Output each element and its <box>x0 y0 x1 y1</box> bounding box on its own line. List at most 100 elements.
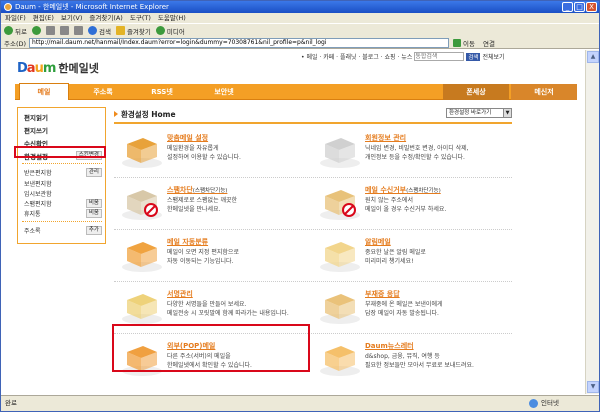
forward-arrow-icon <box>31 26 41 35</box>
browser-window: Daum - 한메일넷 - Microsoft Internet Explore… <box>0 0 600 412</box>
service-links[interactable]: • 메일 · 카페 · 플래닛 · 블로그 · 쇼핑 · 뉴스 <box>301 52 412 61</box>
menu-view[interactable]: 보기(V) <box>61 13 82 23</box>
status-bar: 완료 인터넷 <box>1 395 599 411</box>
row-divider <box>114 229 512 230</box>
folder-inbox[interactable]: 받은편지함 <box>24 168 52 177</box>
scroll-down-icon[interactable]: ▼ <box>587 381 599 393</box>
star-icon <box>115 26 125 35</box>
tab-addressbook[interactable]: 주소록 <box>77 84 129 100</box>
go-button[interactable]: 이동 <box>453 38 475 48</box>
folder-sent[interactable]: 보낸편지함 <box>24 179 52 188</box>
card-title[interactable]: 맞춤메일 설정 <box>167 133 208 143</box>
reject-mail-icon[interactable] <box>317 182 363 222</box>
empty-spam-button[interactable]: 비움 <box>85 199 102 208</box>
package-settings-icon[interactable] <box>119 130 165 170</box>
daum-search-input[interactable] <box>414 52 465 61</box>
links-button[interactable]: 연결 <box>483 38 495 48</box>
address-input[interactable] <box>29 37 450 48</box>
globe-icon <box>529 399 539 408</box>
auto-sort-icon[interactable] <box>119 234 165 274</box>
daum-search-button[interactable]: 검색 <box>466 52 481 61</box>
newsletter-card: Daum뉴스레터 d&shop, 금융, 뮤직, 여행 등 필요한 정보들만 모아서… <box>317 338 511 384</box>
stop-button[interactable] <box>45 26 55 35</box>
vertical-scrollbar[interactable]: ▲ ▼ <box>585 50 599 394</box>
scroll-up-icon[interactable]: ▲ <box>587 51 599 63</box>
card-description: 메일이 오면 지정 편지함으로 자동 이동되는 기능입니다. <box>167 249 239 265</box>
folder-trash[interactable]: 휴지통 <box>24 209 41 218</box>
tab-security[interactable]: 보안넷 <box>195 84 253 100</box>
favorites-button[interactable]: 즐겨찾기 <box>115 26 151 36</box>
row-divider <box>114 177 512 178</box>
chevron-down-icon: ▼ <box>503 109 511 117</box>
all-services-link[interactable]: 전체보기 <box>482 52 504 61</box>
tab-mail[interactable]: 메일 <box>19 83 69 100</box>
card-title[interactable]: 알림메일 <box>365 237 391 247</box>
go-arrow-icon <box>453 38 462 47</box>
mail-sidebar: 편지읽기 편지쓰기 수신확인 환경설정 스킨변경 받은편지함 관리 보낸편지함 … <box>17 107 106 244</box>
spam-block-icon[interactable] <box>119 182 165 222</box>
card-tag: (스팸차단기능) <box>192 188 228 194</box>
menu-file[interactable]: 파일(F) <box>5 13 26 23</box>
address-bar: 주소(D) 이동 연결 <box>1 37 599 49</box>
notify-mail-card: 알림메일중요한 날은 알림 메일로 미리미리 챙기세요! <box>317 234 511 280</box>
newsletter-icon[interactable] <box>317 338 363 378</box>
sidebar-read-mail[interactable]: 편지읽기 <box>24 112 48 122</box>
home-button[interactable] <box>73 26 83 35</box>
user-profile-icon[interactable] <box>317 130 363 170</box>
home-icon <box>73 26 83 35</box>
inbox-manage-button[interactable]: 관리 <box>85 168 102 177</box>
card-title[interactable]: Daum뉴스레터 <box>365 341 414 351</box>
card-description: 중요한 날은 알림 메일로 미리미리 챙기세요! <box>365 249 426 265</box>
spam-block-card: 스팸차단(스팸차단기능) 스팸제로로 스팸없는 깨끗한 한메일넷을 만나세요. <box>119 182 313 228</box>
signature-icon[interactable] <box>119 286 165 326</box>
folder-drafts[interactable]: 임시보관함 <box>24 189 52 198</box>
back-button[interactable]: 뒤로 <box>4 26 27 36</box>
empty-trash-button[interactable]: 비움 <box>85 209 102 218</box>
search-button[interactable]: 검색 <box>87 26 111 36</box>
minimize-button[interactable]: _ <box>562 2 573 12</box>
refresh-icon <box>59 26 69 35</box>
card-title[interactable]: 메일 자동분류 <box>167 237 208 247</box>
card-description: 스팸제로로 스팸없는 깨끗한 한메일넷을 만나세요. <box>167 197 238 213</box>
address-label: 주소(D) <box>4 39 27 48</box>
divider <box>22 221 102 222</box>
tab-rss[interactable]: RSS넷 <box>133 84 191 100</box>
menu-bar: 파일(F) 편집(E) 보기(V) 즐겨찾기(A) 도구(T) 도움말(H) <box>1 13 599 23</box>
status-text: 완료 <box>5 399 17 407</box>
menu-tools[interactable]: 도구(T) <box>130 13 151 23</box>
hanmail-logo[interactable]: Daum 한메일넷 <box>17 60 99 76</box>
security-zone: 인터넷 <box>529 396 559 411</box>
menu-edit[interactable]: 편집(E) <box>33 13 54 23</box>
card-title[interactable]: 메일 수신거부(스팸차단기능) <box>365 185 441 195</box>
card-description: 다양한 서명들을 만들어 보세요. 메일전송 시 꼬릿말에 함께 따라가는 내용입… <box>167 301 289 317</box>
main-nav: 메일 주소록 RSS넷 보안넷 폰세상 메신저 <box>15 83 577 100</box>
add-contact-button[interactable]: 추가 <box>85 226 102 235</box>
card-description: 원치 않는 주소에서 메일이 올 경우 수신거부 하세요. <box>365 197 447 213</box>
divider <box>22 163 102 164</box>
maximize-button[interactable]: □ <box>574 2 585 12</box>
card-tag: (스팸차단기능) <box>406 188 441 194</box>
media-button[interactable]: 미디어 <box>155 26 185 36</box>
custom-mail-card: 맞춤메일 설정 메일환경을 자유롭게 설정하여 이용할 수 있습니다. <box>119 130 313 176</box>
close-button[interactable]: X <box>586 2 597 12</box>
card-title[interactable]: 부재중 응답 <box>365 289 400 299</box>
menu-favorites[interactable]: 즐겨찾기(A) <box>89 13 122 23</box>
notification-mail-icon[interactable] <box>317 234 363 274</box>
mail-reject-card: 메일 수신거부(스팸차단기능) 원치 않는 주소에서 메일이 올 경우 수신거부 하… <box>317 182 511 228</box>
card-description: 부재중에 온 메일은 보낸이에게 답장 메일이 자동 발송됩니다. <box>365 301 443 317</box>
card-title[interactable]: 회원정보 관리 <box>365 133 406 143</box>
phone-world-link[interactable]: 폰세상 <box>443 84 509 100</box>
folder-spam[interactable]: 스팸편지함 <box>24 199 52 208</box>
refresh-button[interactable] <box>59 26 69 35</box>
settings-jump-select[interactable]: 환경설정 바로가기 ▼ <box>446 108 512 118</box>
sidebar-write-mail[interactable]: 편지쓰기 <box>24 125 48 135</box>
away-reply-icon[interactable] <box>317 286 363 326</box>
card-title[interactable]: 서명관리 <box>167 289 193 299</box>
menu-help[interactable]: 도움말(H) <box>158 13 186 23</box>
stop-icon <box>45 26 55 35</box>
messenger-link[interactable]: 메신저 <box>511 84 577 100</box>
forward-button[interactable] <box>31 26 41 35</box>
sidebar-addressbook[interactable]: 주소록 <box>24 226 41 235</box>
service-name: 한메일넷 <box>58 62 99 75</box>
card-title[interactable]: 스팸차단(스팸차단기능) <box>167 185 227 195</box>
